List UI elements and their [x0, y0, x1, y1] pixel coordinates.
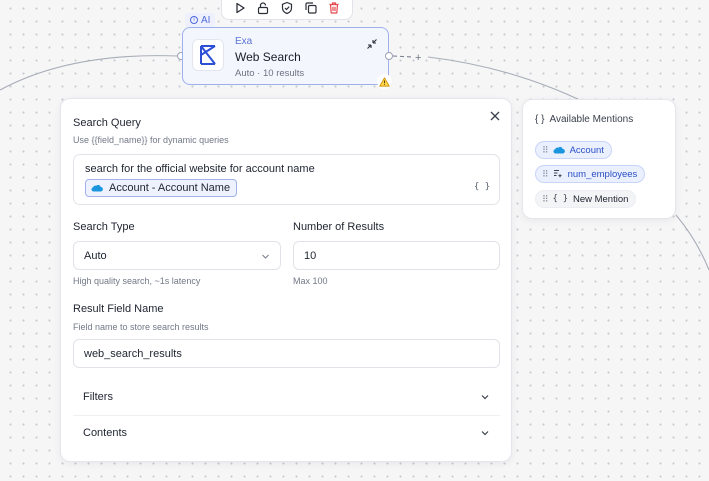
search-type-hint: High quality search, ~1s latency [73, 276, 201, 286]
add-node-button[interactable]: + [415, 52, 421, 64]
salesforce-icon [553, 146, 565, 154]
mention-item-account[interactable]: ⠿ Account [535, 141, 612, 159]
mention-item-num-employees[interactable]: ⠿ num_employees [535, 165, 646, 183]
mentions-header: { } Available Mentions [535, 114, 633, 125]
incoming-edge [0, 55, 179, 91]
node-title: Web Search [235, 50, 301, 64]
result-field-label: Result Field Name [73, 303, 164, 315]
warning-icon [379, 76, 390, 87]
search-type-value: Auto [84, 249, 107, 262]
shield-check-icon [281, 1, 293, 15]
trash-icon [329, 2, 339, 14]
mention-label: Account [569, 144, 604, 156]
ai-badge: i AI [185, 13, 216, 27]
output-handle[interactable] [385, 52, 393, 60]
drag-handle-icon[interactable]: ⠿ [542, 169, 549, 180]
web-search-node[interactable]: Exa Web Search Auto · 10 results [182, 27, 392, 89]
validate-button[interactable] [276, 0, 298, 19]
contents-label: Contents [83, 427, 128, 439]
contents-section-toggle[interactable]: Contents [73, 416, 500, 450]
chevron-down-icon [481, 431, 489, 436]
mentions-title: Available Mentions [549, 114, 634, 125]
delete-button[interactable] [323, 0, 345, 19]
node-provider: Exa [235, 36, 253, 47]
collapse-icon[interactable] [366, 38, 378, 50]
mention-item-new-mention[interactable]: ⠿ { } New Mention [535, 190, 637, 208]
web-search-config-panel: Search Query Use {{field_name}} for dyna… [60, 98, 512, 462]
close-icon[interactable] [489, 110, 501, 122]
filters-section-toggle[interactable]: Filters [73, 380, 500, 414]
chevron-down-icon [262, 254, 269, 259]
run-button[interactable] [229, 0, 251, 19]
unlock-icon [258, 2, 269, 15]
search-query-input[interactable]: search for the official website for acco… [73, 154, 500, 205]
num-results-hint: Max 100 [293, 276, 328, 286]
search-query-label: Search Query [73, 117, 141, 129]
ai-field-icon [553, 170, 562, 178]
exa-logo [192, 39, 224, 71]
warning-indicator[interactable] [377, 74, 392, 89]
outgoing-edge-dash [392, 55, 413, 58]
result-field-value: web_search_results [84, 347, 182, 360]
drag-handle-icon[interactable]: ⠿ [542, 194, 549, 205]
result-field-input[interactable]: web_search_results [73, 339, 500, 368]
mention-chip-label: Account - Account Name [109, 182, 231, 194]
num-results-value: 10 [304, 249, 317, 262]
outgoing-edge-tail [675, 214, 709, 271]
search-query-text: search for the official website for acco… [85, 163, 315, 175]
copy-icon [304, 2, 317, 14]
braces-icon: { } [552, 194, 568, 204]
filters-label: Filters [83, 391, 113, 403]
lock-button[interactable] [252, 0, 274, 19]
available-mentions-panel: { } Available Mentions ⠿ Account ⠿ num_e… [522, 99, 676, 219]
chevron-down-icon [481, 395, 489, 400]
search-query-hint: Use {{field_name}} for dynamic queries [73, 135, 229, 145]
braces-icon: { } [535, 114, 545, 125]
salesforce-icon [91, 184, 103, 192]
ai-badge-label: AI [201, 14, 211, 26]
exa-icon [200, 45, 216, 65]
node-meta: Auto · 10 results [235, 68, 305, 79]
search-type-label: Search Type [73, 221, 135, 233]
drag-handle-icon[interactable]: ⠿ [542, 145, 549, 156]
insert-mention-button[interactable]: { } [473, 179, 491, 195]
node-toolbar [221, 0, 353, 20]
mention-label: New Mention [572, 193, 629, 205]
duplicate-button[interactable] [300, 0, 322, 19]
result-field-hint: Field name to store search results [73, 322, 209, 332]
play-icon [236, 2, 245, 14]
search-type-select[interactable]: Auto [73, 241, 281, 270]
num-results-input[interactable]: 10 [293, 241, 500, 270]
mention-chip-account-name[interactable]: Account - Account Name [85, 179, 238, 197]
info-icon: i [190, 16, 198, 24]
num-results-label: Number of Results [293, 221, 385, 233]
mention-label: num_employees [567, 168, 638, 180]
